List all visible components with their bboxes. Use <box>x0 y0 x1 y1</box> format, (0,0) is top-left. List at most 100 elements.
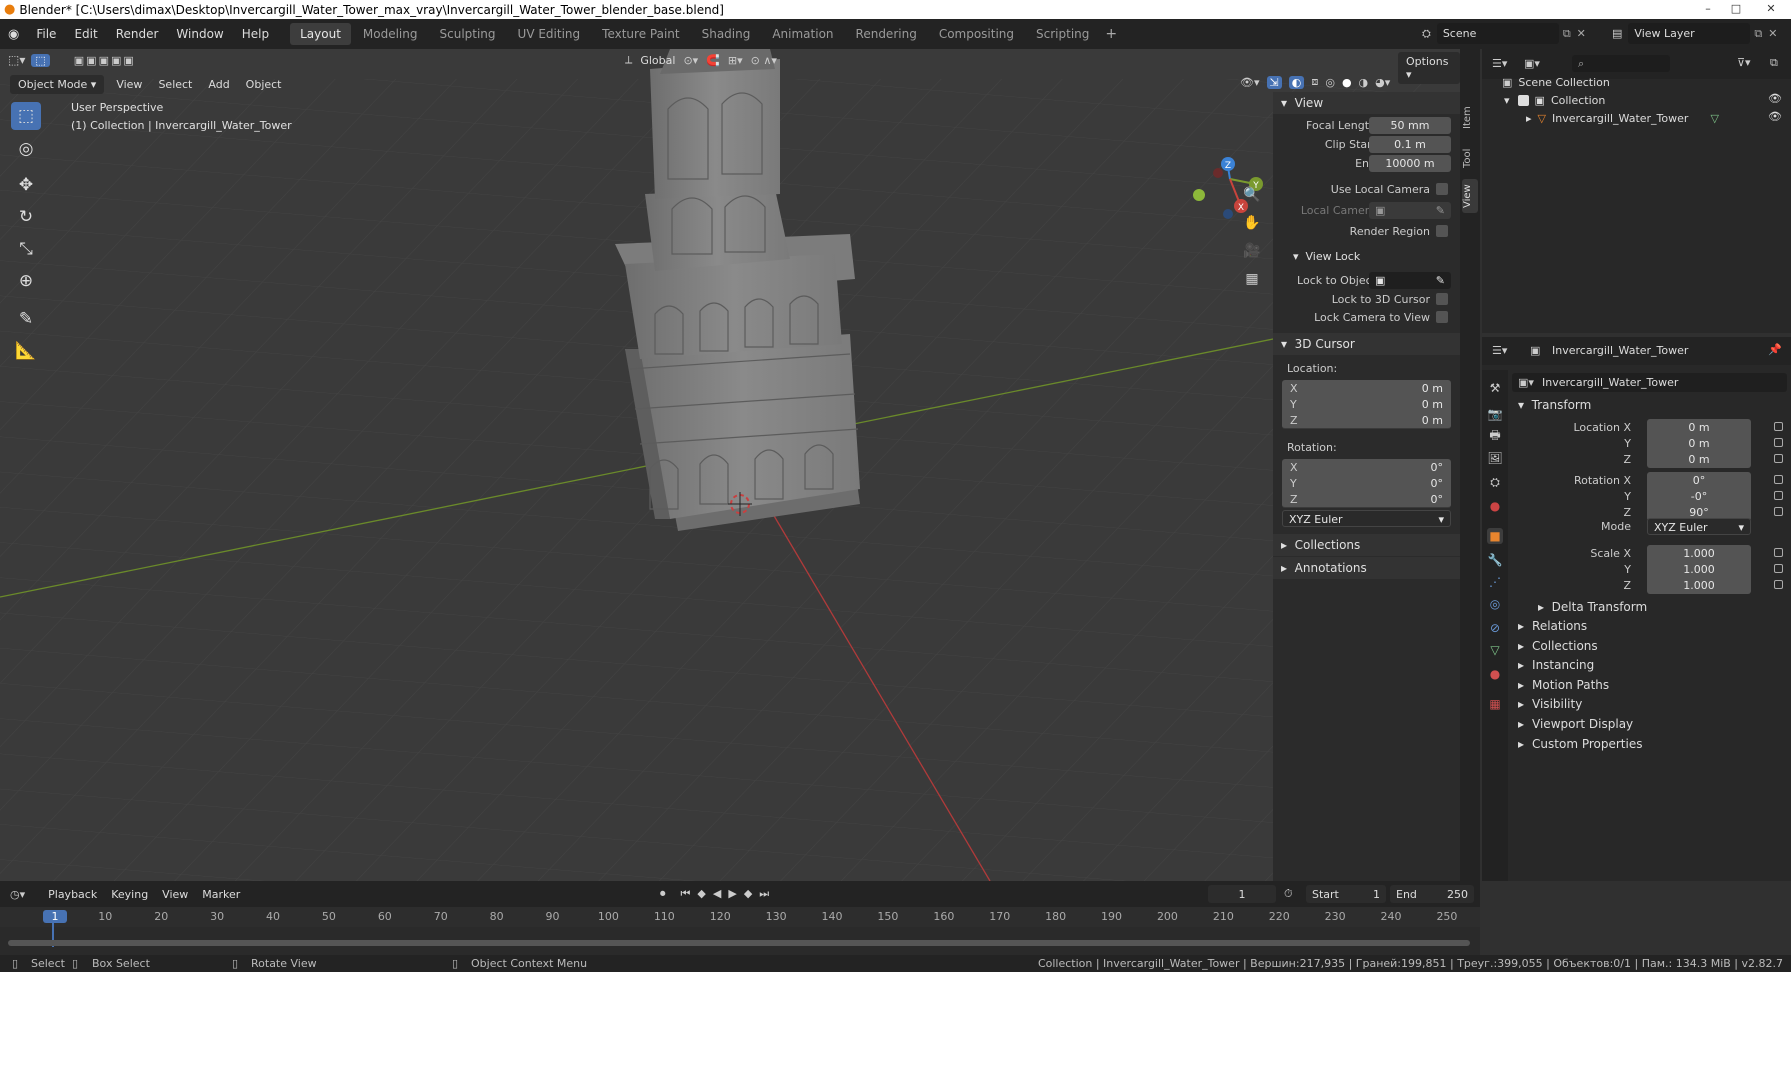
mesh-data-icon[interactable]: ▽ <box>1710 112 1718 125</box>
record-icon[interactable]: ⏺ <box>660 887 666 901</box>
collection-checkbox[interactable] <box>1517 94 1529 106</box>
lock-icon[interactable] <box>1774 507 1783 516</box>
particles-properties-icon[interactable]: ⋰ <box>1487 574 1503 590</box>
ortho-grid-icon[interactable]: ▦ <box>1238 266 1266 292</box>
panel-viewport-display[interactable]: ▸ Viewport Display <box>1508 714 1791 734</box>
prev-keyframe-icon[interactable]: ◆ <box>697 887 705 901</box>
material-shading-icon[interactable]: ◑ <box>1359 76 1369 89</box>
jump-end-icon[interactable]: ⏭ <box>759 887 769 901</box>
tab-rendering[interactable]: Rendering <box>846 23 927 45</box>
new-collection-icon[interactable]: ⧉ <box>1770 56 1778 70</box>
select-box-icon[interactable]: ⬚ <box>11 102 41 130</box>
viewport-scene[interactable]: Z Y X <box>0 49 1460 881</box>
zoom-icon[interactable]: 🔍 <box>1238 182 1266 208</box>
local-camera-field[interactable]: ▣ ✎ <box>1369 201 1451 219</box>
annotations-panel-header[interactable]: ▸ Annotations <box>1273 557 1460 579</box>
lock-camera-checkbox[interactable] <box>1436 311 1448 323</box>
location-y-field[interactable]: 0 m <box>1647 435 1751 452</box>
jump-start-icon[interactable]: ⏮ <box>681 887 691 901</box>
overlay-toggle-icon[interactable]: ◐ <box>1288 75 1305 89</box>
close-icon[interactable]: ✕ <box>1751 0 1791 16</box>
modifier-properties-icon[interactable]: 🔧 <box>1487 552 1503 568</box>
orientation-icon[interactable]: ⟂ <box>625 53 632 67</box>
scene-field[interactable]: Scene <box>1436 23 1559 44</box>
options-dropdown[interactable]: Options ▾ <box>1398 52 1460 84</box>
scale-x-field[interactable]: 1.000 <box>1647 545 1751 562</box>
tab-animation[interactable]: Animation <box>762 23 843 45</box>
rotate-icon[interactable]: ↻ <box>11 203 41 231</box>
scene-properties-icon[interactable]: ⛭ <box>1487 474 1503 490</box>
tool-properties-icon[interactable]: ⚒ <box>1487 380 1503 396</box>
preview-range-icon[interactable]: ⏱ <box>1284 887 1293 901</box>
menu-file[interactable]: File <box>27 27 65 41</box>
cursor-rotation-z-field[interactable]: Z 0° <box>1282 491 1451 508</box>
snap-target-icon[interactable]: ⊞▾ <box>728 54 743 67</box>
scene-collection-row[interactable]: ▣ Scene Collection <box>1502 73 1610 91</box>
lock-icon[interactable] <box>1774 438 1783 447</box>
rotation-x-field[interactable]: 0° <box>1647 472 1751 489</box>
properties-editor-icon[interactable]: ☰▾ <box>1492 344 1507 357</box>
location-z-field[interactable]: 0 m <box>1647 451 1751 468</box>
pivot-icon[interactable]: ⊙▾ <box>683 54 698 67</box>
world-properties-icon[interactable]: ● <box>1487 498 1503 514</box>
eyedropper-icon[interactable]: ✎ <box>1436 202 1445 219</box>
lock-to-object-field[interactable]: ▣ ✎ <box>1369 271 1451 289</box>
rotation-mode-dropdown[interactable]: XYZ Euler ▾ <box>1647 518 1751 535</box>
wireframe-shading-icon[interactable]: ◎ <box>1325 76 1335 89</box>
tab-item[interactable]: Item <box>1462 101 1478 135</box>
frame-ruler[interactable]: 1 10 20 30 40 50 60 70 80 90 100 110 120 130 140 150 160… <box>0 907 1480 927</box>
scale-icon[interactable]: ⤡ <box>11 235 41 263</box>
panel-collections[interactable]: ▸ Collections <box>1508 636 1791 656</box>
cursor-rotation-mode-dropdown[interactable]: XYZ Euler ▾ <box>1282 510 1451 527</box>
render-region-checkbox[interactable] <box>1436 225 1448 237</box>
xray-icon[interactable]: ⧈ <box>1311 75 1318 89</box>
use-local-camera-checkbox[interactable] <box>1436 183 1448 195</box>
transform-panel-header[interactable]: ▾ Transform <box>1508 395 1791 415</box>
cursor-icon[interactable]: ◎ <box>11 135 41 163</box>
timeline-menu-playback[interactable]: Playback <box>41 888 104 901</box>
viewport-menu-select[interactable]: Select <box>150 78 200 91</box>
play-reverse-icon[interactable]: ◀ <box>713 887 721 901</box>
lock-eyedropper-icon[interactable]: ✎ <box>1436 272 1445 289</box>
filter-icon[interactable]: ⊽▾ <box>1737 56 1751 69</box>
expand-arrow-icon[interactable]: ▾ <box>1504 94 1510 107</box>
move-icon[interactable]: ✥ <box>11 171 41 199</box>
cursor-location-y-field[interactable]: Y 0 m <box>1282 396 1451 413</box>
scale-z-field[interactable]: 1.000 <box>1647 577 1751 594</box>
blender-menu-icon[interactable]: ◉ <box>0 27 27 42</box>
transform-icon[interactable]: ⊕ <box>11 267 41 295</box>
timeline-menu-view[interactable]: View <box>155 888 195 901</box>
clip-end-field[interactable]: 10000 m <box>1369 154 1451 172</box>
tab-scripting[interactable]: Scripting <box>1026 23 1099 45</box>
data-properties-icon[interactable]: ▽ <box>1487 642 1503 658</box>
panel-visibility[interactable]: ▸ Visibility <box>1508 694 1791 714</box>
panel-custom-properties[interactable]: ▸ Custom Properties <box>1508 734 1791 754</box>
tab-sculpting[interactable]: Sculpting <box>430 23 506 45</box>
clip-start-field[interactable]: 0.1 m <box>1369 135 1451 153</box>
view-layer-properties-icon[interactable]: 🖼 <box>1487 450 1503 466</box>
tab-compositing[interactable]: Compositing <box>929 23 1024 45</box>
cursor-location-x-field[interactable]: X 0 m <box>1282 380 1451 397</box>
lock-icon[interactable] <box>1774 491 1783 500</box>
location-x-field[interactable]: 0 m <box>1647 419 1751 436</box>
selection-modes-icon[interactable]: ▣▣▣▣▣ <box>74 54 136 67</box>
collection-visibility-icon[interactable]: 👁 <box>1768 92 1782 105</box>
3d-viewport[interactable]: Z Y X ⬚▾ ⬚ ▣▣▣▣▣ ⟂ Global ⊙▾ 🧲 ⊞▾ ⊙ ∧▾ O… <box>0 49 1460 881</box>
next-keyframe-icon[interactable]: ◆ <box>744 887 752 901</box>
lock-icon[interactable] <box>1774 475 1783 484</box>
menu-render[interactable]: Render <box>107 27 168 41</box>
delete-view-layer-icon[interactable]: ✕ <box>1768 27 1777 40</box>
lock-icon[interactable] <box>1774 548 1783 557</box>
tab-texture-paint[interactable]: Texture Paint <box>592 23 689 45</box>
outliner-search-input[interactable]: ⌕ <box>1572 55 1670 72</box>
tab-shading[interactable]: Shading <box>692 23 761 45</box>
tab-uv-editing[interactable]: UV Editing <box>508 23 591 45</box>
panel-motion-paths[interactable]: ▸ Motion Paths <box>1508 675 1791 695</box>
scale-y-field[interactable]: 1.000 <box>1647 561 1751 578</box>
play-icon[interactable]: ▶ <box>728 887 736 901</box>
viewport-menu-add[interactable]: Add <box>200 78 237 91</box>
panel-relations[interactable]: ▸ Relations <box>1508 616 1791 636</box>
orientation-dropdown[interactable]: Global <box>640 54 675 67</box>
object-row[interactable]: ▸ ▽ Invercargill_Water_Tower ▽ <box>1526 109 1719 127</box>
add-workspace-icon[interactable]: + <box>1099 26 1123 42</box>
